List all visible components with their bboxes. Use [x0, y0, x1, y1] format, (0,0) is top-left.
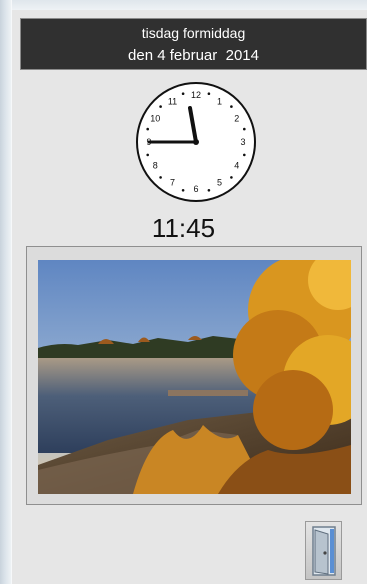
analog-clock: 121234567891011	[136, 82, 256, 202]
clock-dot	[159, 105, 162, 108]
clock-dot	[159, 176, 162, 179]
clock-center	[193, 139, 199, 145]
clock-number-5: 5	[217, 178, 222, 188]
clock-dot	[181, 92, 185, 95]
clock-dot	[230, 176, 233, 179]
clock-number-1: 1	[217, 96, 222, 106]
app-canvas: tisdag formiddag den 4 februar 2014 12 1 2…	[13, 10, 367, 584]
door-icon	[312, 526, 336, 576]
clock-number-6: 6	[193, 184, 198, 194]
clock-dot	[243, 127, 246, 131]
clock-number-8: 8	[153, 161, 158, 171]
digital-time: 11:45	[151, 213, 216, 243]
window-top-border	[0, 0, 367, 10]
clock-dot	[243, 153, 246, 157]
clock-number-3: 3	[240, 137, 245, 147]
clock-number-11: 11	[168, 96, 177, 106]
window-left-border	[0, 0, 12, 584]
date-label: den 4 februar 2014	[128, 47, 259, 64]
clock-dot	[181, 189, 185, 192]
clock-number-7: 7	[170, 178, 175, 188]
landscape-photo	[38, 260, 351, 494]
clock-dot	[146, 153, 149, 157]
clock-number-10: 10	[150, 114, 160, 124]
clock-dot	[146, 127, 149, 131]
clock-number-4: 4	[234, 161, 239, 171]
exit-door-button[interactable]	[305, 521, 342, 580]
clock-dot	[207, 189, 211, 192]
date-header: tisdag formiddag den 4 februar 2014	[20, 18, 367, 70]
clock-dot	[207, 92, 211, 95]
clock-number-2: 2	[234, 114, 239, 124]
clock-number-12: 12	[191, 90, 201, 100]
day-period-label: tisdag formiddag	[141, 25, 246, 41]
photo-panel	[26, 246, 362, 505]
clock-dot	[230, 105, 233, 108]
